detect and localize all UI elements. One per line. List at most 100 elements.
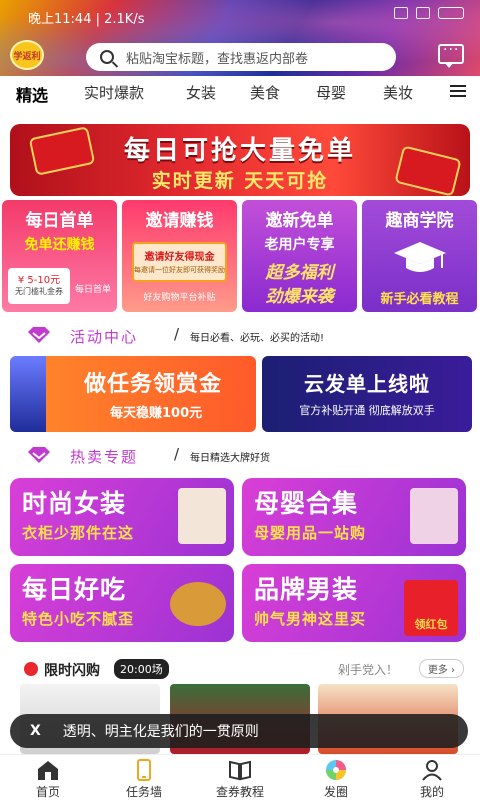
nav-moments[interactable]: 发圈 (296, 755, 376, 800)
nav-coupon-guide[interactable]: 查券教程 (200, 755, 280, 800)
new-user-card[interactable]: 邀新免单 老用户专享 超多福利 劲爆来袭 (242, 200, 357, 312)
clock-text: 晚上11:44 (28, 12, 92, 27)
nav-label: 我的 (419, 785, 444, 799)
tab-hot[interactable]: 实时爆款 (84, 82, 144, 103)
section-divider: / (174, 445, 180, 463)
diamond-icon (28, 327, 50, 343)
free-order-banner[interactable]: 每日可抢大量免单 实时更新 天天可抢 (10, 124, 470, 196)
search-input[interactable]: 粘贴淘宝标题，查找惠返内部卷 (86, 43, 396, 71)
nav-mine[interactable]: 我的 (392, 755, 472, 800)
baby-collection-card[interactable]: 母婴合集 母婴用品一站购 (242, 478, 466, 556)
nav-tasks[interactable]: 任务墙 (104, 755, 184, 800)
section-desc: 每日精选大牌好货 (190, 453, 270, 464)
red-packet-badge[interactable]: 领红包 (404, 580, 458, 636)
activity-title: 做任务领赏金 (83, 372, 222, 397)
flash-more-button[interactable]: 更多 › (418, 659, 464, 678)
cloud-posting-banner[interactable]: 云发单上线啦 官方补贴开通 彻底解放双手 (262, 356, 472, 432)
hot-subtitle: 特色小吃不腻歪 (22, 610, 135, 628)
invite-box-note: 每邀请一位好友即可获得奖励 (134, 266, 225, 274)
section-title: 活动中心 (70, 328, 139, 346)
nav-label: 查券教程 (215, 785, 264, 799)
hot-section-header: 热卖专题 / 每日精选大牌好货 (0, 442, 480, 468)
app-header: 晚上11:44 | 2.1K/s 学返利 粘贴淘宝标题，查找惠返内部卷 (0, 0, 480, 76)
hot-title: 母婴合集 (254, 489, 359, 518)
card-line-2: 劲爆来袭 (265, 287, 334, 307)
task-reward-banner[interactable]: 做任务领赏金 每天稳赚100元 (10, 356, 256, 432)
tab-women[interactable]: 女装 (186, 82, 216, 103)
academy-card[interactable]: 趣商学院 新手必看教程 (362, 200, 477, 312)
tab-food[interactable]: 美食 (250, 82, 280, 103)
message-icon[interactable] (438, 42, 464, 68)
card-footer: 好友购物平台补贴 (143, 293, 216, 303)
activity-subtitle: 官方补贴开通 彻底解放双手 (299, 404, 435, 417)
activity-subtitle: 每天稳赚100元 (110, 406, 203, 421)
invite-box-title: 邀请好友得现金 (144, 252, 215, 263)
nav-home[interactable]: 首页 (8, 755, 88, 800)
main-content: 每日可抢大量免单 实时更新 天天可抢 每日首单 免单还赚钱 ¥ 5-10元 无门… (0, 106, 480, 754)
graduation-cap-icon (394, 242, 446, 272)
coupon-amount: ¥ 5-10元 (17, 275, 61, 286)
hot-subtitle: 衣柜少那件在这 (22, 524, 135, 542)
card-subtitle: 老用户专享 (264, 237, 335, 253)
aperture-icon (326, 760, 346, 780)
close-icon[interactable]: X (30, 723, 41, 739)
battery-icon (438, 7, 464, 19)
status-bar: 晚上11:44 | 2.1K/s (0, 0, 480, 30)
diamond-icon (28, 447, 50, 463)
tab-featured[interactable]: 精选 (16, 82, 48, 106)
card-tag: 每日首单 (74, 285, 111, 295)
card-footer: 新手必看教程 (380, 292, 459, 307)
search-icon (100, 50, 114, 64)
banner-subtitle: 实时更新 天天可抢 (151, 170, 329, 192)
flash-title: 限时闪购 (44, 663, 100, 679)
badge-text: 领红包 (414, 618, 448, 631)
activity-section-header: 活动中心 / 每日必看、必玩、必买的活动! (0, 322, 480, 348)
app-logo[interactable]: 学返利 (10, 40, 44, 70)
hot-subtitle: 母婴用品一站购 (254, 524, 367, 542)
toast-message: 透明、明主化是我们的一贯原则 (62, 724, 259, 740)
coupon-note: 无门槛礼金券 (15, 287, 63, 296)
hot-title: 时尚女装 (22, 489, 127, 518)
wifi-icon (416, 7, 430, 19)
section-title: 热卖专题 (70, 448, 139, 466)
nav-label: 任务墙 (125, 785, 162, 799)
hot-title: 品牌男装 (254, 575, 359, 604)
hot-subtitle: 帅气男神这里买 (254, 610, 367, 628)
user-icon (422, 760, 442, 781)
card-line-1: 超多福利 (265, 263, 334, 283)
snack-image (170, 582, 226, 626)
brand-menswear-card[interactable]: 品牌男装 帅气男神这里买 领红包 (242, 564, 466, 642)
notice-toast: X 透明、明主化是我们的一贯原则 (10, 714, 468, 748)
daily-food-card[interactable]: 每日好吃 特色小吃不腻歪 (10, 564, 234, 642)
search-placeholder: 粘贴淘宝标题，查找惠返内部卷 (126, 51, 309, 67)
network-speed: 2.1K/s (104, 12, 145, 27)
card-subtitle: 免单还赚钱 (24, 237, 95, 253)
logo-text: 学返利 (13, 51, 41, 62)
status-icons (394, 7, 464, 19)
flash-time-badge: 20:00场 (114, 659, 169, 679)
menu-icon[interactable] (450, 85, 466, 97)
invite-box: 邀请好友得现金 每邀请一位好友即可获得奖励 (132, 242, 227, 282)
tab-baby[interactable]: 母婴 (316, 82, 346, 103)
women-fashion-card[interactable]: 时尚女装 衣柜少那件在这 (10, 478, 234, 556)
first-order-card[interactable]: 每日首单 免单还赚钱 ¥ 5-10元 无门槛礼金券 每日首单 (2, 200, 117, 312)
nav-label: 发圈 (323, 785, 348, 799)
card-title: 每日首单 (25, 211, 94, 231)
coupon-ticket: ¥ 5-10元 无门槛礼金券 (8, 268, 70, 304)
invite-card[interactable]: 邀请赚钱 邀请好友得现金 每邀请一位好友即可获得奖励 好友购物平台补贴 (122, 200, 237, 312)
tab-beauty[interactable]: 美妆 (383, 82, 413, 103)
more-label: 更多 (427, 665, 448, 676)
card-title: 趣商学院 (385, 211, 454, 231)
status-time: 晚上11:44 | 2.1K/s (28, 12, 145, 27)
baby-products-image (410, 488, 458, 544)
clothing-image (178, 488, 226, 544)
book-icon (229, 760, 251, 781)
lightning-icon (24, 662, 38, 676)
banner-title: 每日可抢大量免单 (123, 136, 356, 166)
flash-slogan: 剁手党入！ (337, 663, 398, 677)
card-title: 邀新免单 (265, 211, 334, 231)
banner-strip (10, 356, 46, 432)
signal-icon (394, 7, 408, 19)
card-title: 邀请赚钱 (145, 211, 214, 231)
nav-label: 首页 (35, 785, 60, 799)
